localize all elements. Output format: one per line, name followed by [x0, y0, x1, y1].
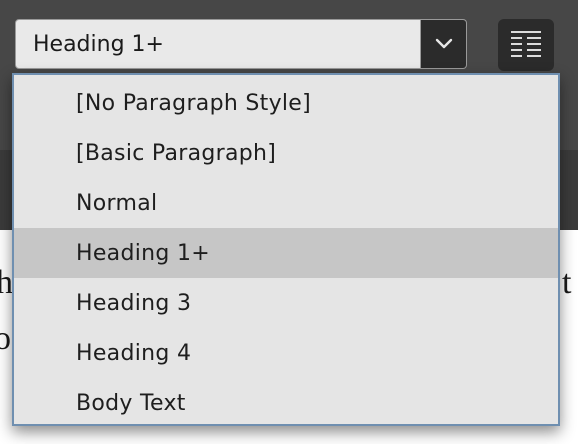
dropdown-item-basic-paragraph[interactable]: [Basic Paragraph] — [14, 128, 558, 178]
document-text-fragment: t — [562, 264, 572, 301]
dropdown-item-normal[interactable]: Normal — [14, 178, 558, 228]
dropdown-item-no-paragraph-style[interactable]: [No Paragraph Style] — [14, 78, 558, 128]
dropdown-item-label: [Basic Paragraph] — [76, 140, 277, 166]
dropdown-item-label: Body Text — [76, 390, 186, 416]
paragraph-panel-button[interactable] — [498, 19, 554, 71]
paragraph-style-field[interactable]: Heading 1+ — [15, 19, 421, 69]
dropdown-item-heading-4[interactable]: Heading 4 — [14, 328, 558, 378]
paragraph-style-value: Heading 1+ — [33, 31, 164, 57]
paragraph-style-dropdown-button[interactable] — [421, 19, 467, 69]
dropdown-item-label: [No Paragraph Style] — [76, 90, 312, 116]
paragraph-style-dropdown-list: [No Paragraph Style] [Basic Paragraph] N… — [12, 73, 560, 426]
dropdown-item-label: Normal — [76, 190, 158, 216]
paragraph-panel-icon — [511, 31, 541, 57]
dropdown-item-heading-1-plus[interactable]: Heading 1+ — [14, 228, 558, 278]
dropdown-item-label: Heading 3 — [76, 290, 192, 316]
paragraph-style-select[interactable]: Heading 1+ — [15, 19, 467, 71]
dropdown-item-label: Heading 1+ — [76, 240, 210, 266]
dropdown-item-label: Heading 4 — [76, 340, 192, 366]
dropdown-item-body-text[interactable]: Body Text — [14, 378, 558, 428]
dropdown-item-heading-3[interactable]: Heading 3 — [14, 278, 558, 328]
chevron-down-icon — [435, 38, 452, 49]
document-text-fragment: o — [0, 320, 11, 357]
